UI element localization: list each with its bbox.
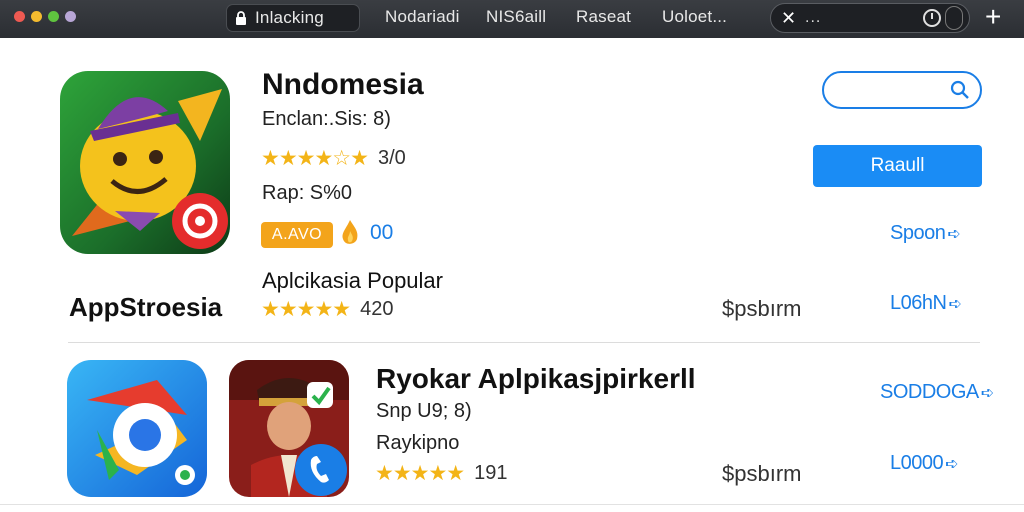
tab-4[interactable]: Uoloet... bbox=[662, 7, 727, 27]
tab-label: Inlacking bbox=[255, 8, 324, 27]
bottom-divider bbox=[0, 504, 1024, 505]
minimize-window-button[interactable] bbox=[31, 11, 42, 22]
second-app-title: Ryokar Aplpikasjpirkerll bbox=[376, 363, 696, 394]
arrow-right-icon: ➪ bbox=[945, 456, 959, 473]
second-app-price: $psbırm bbox=[722, 461, 802, 486]
featured-app-icon[interactable] bbox=[60, 71, 230, 254]
link-label: L0000 bbox=[890, 452, 944, 474]
search-icon[interactable] bbox=[950, 80, 970, 100]
flame-icon bbox=[342, 220, 358, 244]
arrow-right-icon: ➪ bbox=[947, 226, 961, 243]
toggle-icon[interactable] bbox=[945, 6, 963, 30]
tab-2[interactable]: NIS6aill bbox=[486, 7, 546, 27]
search-input[interactable] bbox=[822, 71, 982, 109]
tab-locked[interactable]: Inlacking bbox=[226, 4, 360, 32]
close-window-button[interactable] bbox=[14, 11, 25, 22]
star-rating-icons: ★★★★★ bbox=[261, 298, 351, 321]
second-app-rating: ★★★★★ 191 bbox=[375, 461, 508, 486]
lock-icon bbox=[236, 11, 246, 25]
titlebar-search-field[interactable]: ✕ ... bbox=[770, 3, 970, 33]
extra-window-button[interactable] bbox=[65, 11, 76, 22]
status-badge: A.AVO bbox=[261, 222, 333, 248]
rating-value: 3/0 bbox=[377, 147, 406, 169]
mascot-app-icon bbox=[60, 71, 230, 254]
tab-3[interactable]: Raseat bbox=[576, 7, 631, 27]
primary-action-button[interactable]: Raaull bbox=[813, 145, 982, 187]
link-label: SODDOGA bbox=[880, 381, 979, 403]
featured-app-subtitle: Enclan:.Sis: 8) bbox=[262, 108, 391, 130]
window-controls bbox=[14, 11, 76, 22]
popular-heading: Aplcikasia Popular bbox=[262, 268, 443, 293]
badge-count: 00 bbox=[370, 221, 394, 244]
featured-rating: ★★★★☆★ 3/0 bbox=[261, 146, 406, 171]
tab-1[interactable]: Nodariadi bbox=[385, 7, 460, 27]
zoom-window-button[interactable] bbox=[48, 11, 59, 22]
popular-rating: ★★★★★ 420 bbox=[261, 297, 394, 322]
featured-app-title: Nndomesia bbox=[262, 68, 424, 101]
section-divider bbox=[68, 342, 980, 343]
popular-link[interactable]: L06hN ➪ bbox=[890, 292, 962, 315]
close-icon[interactable]: ✕ bbox=[781, 8, 799, 29]
chat-bubble-app-icon bbox=[67, 360, 207, 497]
window-title-bar: Inlacking Nodariadi NIS6aill Raseat Uolo… bbox=[0, 0, 1024, 38]
rating-value: 420 bbox=[360, 298, 394, 320]
second-app-link-bottom[interactable]: L0000 ➪ bbox=[890, 452, 959, 475]
character-portrait-icon bbox=[229, 360, 349, 497]
new-tab-plus-icon[interactable]: + bbox=[985, 3, 1001, 31]
star-rating-icons: ★★★★★ bbox=[375, 462, 465, 485]
character-app-icon[interactable] bbox=[229, 360, 349, 497]
second-app-subtitle: Snp U9; 8) bbox=[376, 400, 472, 422]
arrow-right-icon: ➪ bbox=[948, 296, 962, 313]
second-app-developer: Raykipno bbox=[376, 432, 460, 454]
spoon-link-label: Spoon bbox=[890, 222, 946, 244]
popular-link-label: L06hN bbox=[890, 292, 947, 314]
spoon-link[interactable]: Spoon ➪ bbox=[890, 222, 961, 245]
featured-rap-text: Rap: S%0 bbox=[262, 182, 353, 204]
popular-price: $psbırm bbox=[722, 296, 802, 321]
rating-value: 191 bbox=[474, 462, 508, 484]
arrow-right-icon: ➪ bbox=[980, 385, 994, 402]
brand-name: AppStroesia bbox=[69, 292, 223, 322]
blue-app-icon[interactable] bbox=[67, 360, 207, 497]
second-app-link-top[interactable]: SODDOGA ➪ bbox=[880, 381, 994, 404]
star-rating-icons: ★★★★☆★ bbox=[261, 147, 369, 170]
search-dots: ... bbox=[805, 9, 822, 26]
clock-icon[interactable] bbox=[923, 9, 941, 27]
